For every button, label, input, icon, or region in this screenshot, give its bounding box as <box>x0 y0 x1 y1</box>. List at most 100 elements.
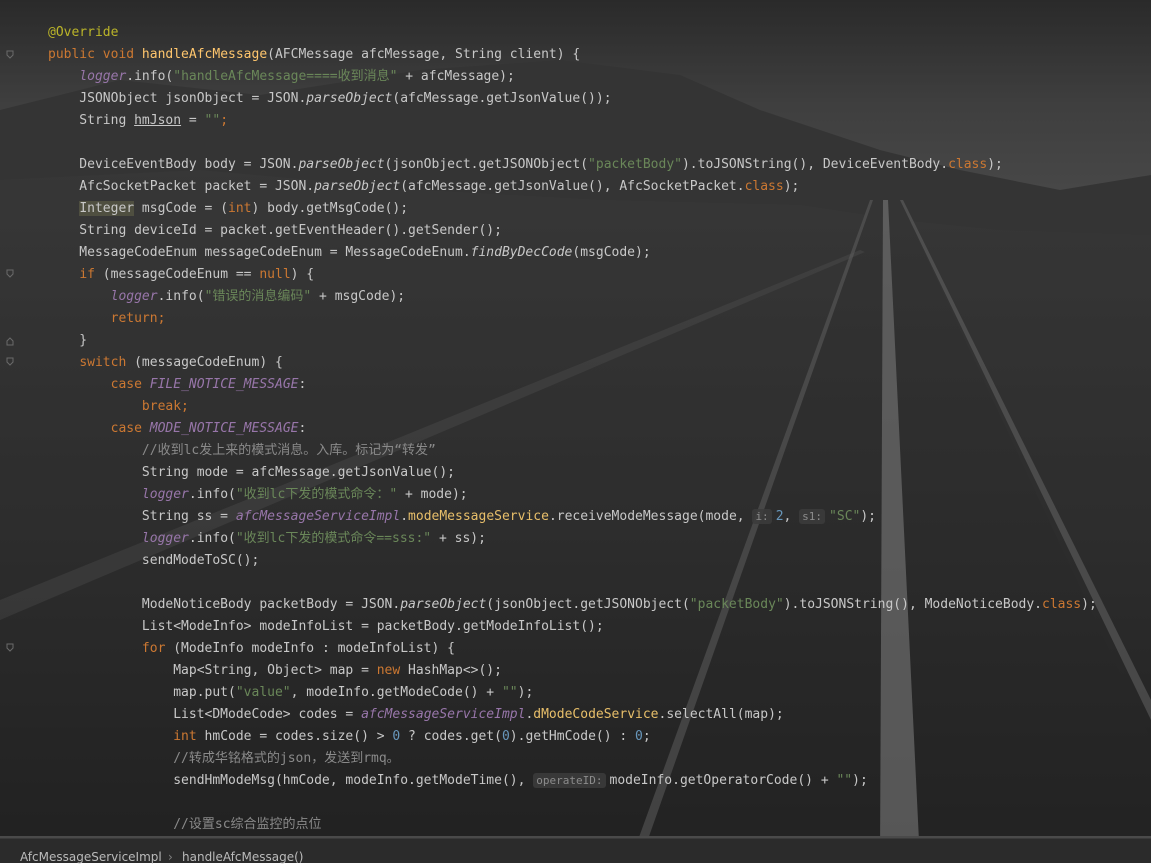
code-line[interactable]: case FILE_NOTICE_MESSAGE: <box>48 374 307 396</box>
code-token: (msgCode); <box>572 245 651 260</box>
code-token: ).getHmCode() : <box>509 729 636 744</box>
code-token: AfcSocketPacket packet = JSON. <box>48 179 315 194</box>
code-line[interactable]: switch (messageCodeEnum) { <box>48 352 283 374</box>
code-token: , modeInfo.getModeCode() + <box>290 685 502 700</box>
code-token: + afcMessage); <box>397 69 515 84</box>
code-line[interactable]: ModeNoticeBody packetBody = JSON.parseOb… <box>48 594 1097 616</box>
code-token: ; <box>642 729 651 744</box>
code-token: case <box>110 421 150 436</box>
code-token: "错误的消息编码" <box>204 289 312 304</box>
code-line[interactable]: logger.info("收到lc下发的模式命令==sss:" + ss); <box>48 528 486 550</box>
code-line[interactable]: String mode = afcMessage.getJsonValue(); <box>48 462 455 484</box>
code-token: for <box>141 641 166 656</box>
code-token: "SC" <box>829 509 861 524</box>
code-token: break; <box>141 399 189 414</box>
code-token: public void <box>48 47 142 62</box>
code-token: parseObject <box>400 597 487 612</box>
code-token: "收到lc下发的模式命令==sss:" <box>235 531 432 546</box>
code-line[interactable]: //设置sc综合监控的点位 <box>48 814 322 836</box>
code-line[interactable]: MessageCodeEnum messageCodeEnum = Messag… <box>48 242 651 264</box>
code-line[interactable]: Map<String, Object> map = new HashMap<>(… <box>48 660 502 682</box>
code-line[interactable]: int hmCode = codes.size() > 0 ? codes.ge… <box>48 726 651 748</box>
code-line[interactable]: List<ModeInfo> modeInfoList = packetBody… <box>48 616 604 638</box>
code-line[interactable]: case MODE_NOTICE_MESSAGE: <box>48 418 307 440</box>
code-token: .receiveModeMessage(mode, <box>548 509 753 524</box>
code-token: class <box>744 179 784 194</box>
code-token: (messageCodeEnum == <box>94 267 260 282</box>
code-token: new <box>376 663 401 678</box>
code-token: afcMessageServiceImpl <box>361 707 526 722</box>
code-line[interactable]: JSONObject jsonObject = JSON.parseObject… <box>48 88 611 110</box>
code-editor[interactable]: @Override public void handleAfcMessage(AF… <box>0 22 1151 854</box>
code-token: if <box>79 267 95 282</box>
code-line[interactable]: break; <box>48 396 189 418</box>
code-token: findByDecCode <box>470 245 573 260</box>
code-line[interactable]: Integer msgCode = (int) body.getMsgCode(… <box>48 198 408 220</box>
code-line[interactable]: for (ModeInfo modeInfo : modeInfoList) { <box>48 638 455 660</box>
code-token: logger <box>141 531 189 546</box>
code-line[interactable]: //收到lc发上来的模式消息。入库。标记为“转发” <box>48 440 436 462</box>
code-line[interactable]: String hmJson = ""; <box>48 110 228 132</box>
code-token: //设置sc综合监控的点位 <box>173 817 322 832</box>
code-token: : <box>298 421 307 436</box>
code-token: class <box>1042 597 1082 612</box>
code-line[interactable]: return; <box>48 308 166 330</box>
code-line[interactable]: sendModeToSC(); <box>48 550 259 572</box>
code-line[interactable]: //转成华铭格式的json，发送到rmq。 <box>48 748 399 770</box>
code-token: : <box>298 377 307 392</box>
code-token: hmCode = codes.size() > <box>196 729 393 744</box>
code-token: ? codes.get( <box>400 729 502 744</box>
code-line[interactable]: } <box>48 330 87 352</box>
code-line[interactable]: AfcSocketPacket packet = JSON.parseObjec… <box>48 176 799 198</box>
code-token: ModeNoticeBody packetBody = JSON. <box>48 597 401 612</box>
code-token: "收到lc下发的模式命令：" <box>235 487 398 502</box>
code-token: class <box>948 157 988 172</box>
code-line[interactable]: List<DModeCode> codes = afcMessageServic… <box>48 704 784 726</box>
parameter-hint: operateID: <box>533 773 606 788</box>
fold-marker-icon <box>6 337 14 346</box>
code-token: (AFCMessage afcMessage, String client) { <box>267 47 581 62</box>
code-token: (ModeInfo modeInfo : modeInfoList) { <box>165 641 455 656</box>
code-line[interactable]: DeviceEventBody body = JSON.parseObject(… <box>48 154 1003 176</box>
code-token: map.put( <box>48 685 236 700</box>
code-token: } <box>48 333 88 348</box>
code-line[interactable]: logger.info("收到lc下发的模式命令：" + mode); <box>48 484 468 506</box>
code-token: (jsonObject.getJSONObject( <box>384 157 589 172</box>
code-token: logger <box>110 289 158 304</box>
code-line[interactable]: sendHmModeMsg(hmCode, modeInfo.getModeTi… <box>48 770 868 792</box>
code-token: ); <box>1081 597 1097 612</box>
code-line[interactable]: logger.info("handleAfcMessage====收到消息" +… <box>48 66 515 88</box>
code-token: Integer <box>79 201 135 216</box>
code-token: ); <box>517 685 534 700</box>
code-token: afcMessageServiceImpl <box>235 509 401 524</box>
code-token: @Override <box>48 25 119 40</box>
code-line[interactable]: String ss = afcMessageServiceImpl.modeMe… <box>48 506 876 528</box>
code-line[interactable]: logger.info("错误的消息编码" + msgCode); <box>48 286 406 308</box>
code-line[interactable]: String deviceId = packet.getEventHeader(… <box>48 220 502 242</box>
code-line[interactable]: map.put("value", modeInfo.getModeCode() … <box>48 682 533 704</box>
code-token: .info( <box>157 289 205 304</box>
code-token: ; <box>220 113 229 128</box>
code-token: "" <box>501 685 518 700</box>
code-token: .selectAll(map); <box>658 707 784 722</box>
code-line[interactable]: @Override <box>48 22 118 44</box>
code-token: , <box>783 509 800 524</box>
code-token: String mode = afcMessage.getJsonValue(); <box>48 465 455 480</box>
code-line[interactable]: if (messageCodeEnum == null) { <box>48 264 314 286</box>
code-token: ); <box>783 179 800 194</box>
code-token: (afcMessage.getJsonValue(), AfcSocketPac… <box>400 179 745 194</box>
code-line[interactable]: public void handleAfcMessage(AFCMessage … <box>48 44 580 66</box>
code-token: List<ModeInfo> modeInfoList = packetBody… <box>48 619 604 634</box>
code-token: 2 <box>775 509 784 524</box>
code-token: 0 <box>635 729 643 744</box>
